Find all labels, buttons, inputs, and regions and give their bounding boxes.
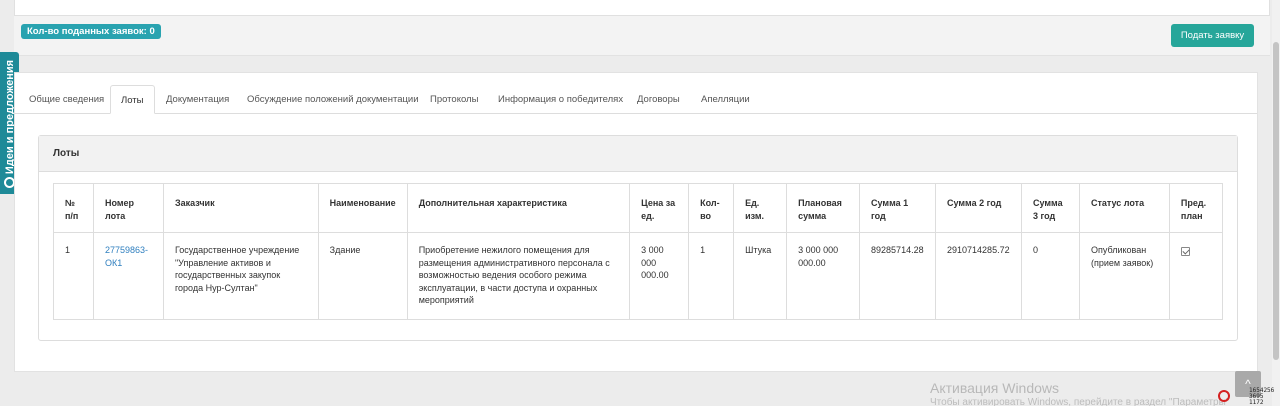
tab-winners-info[interactable]: Информация о победителях bbox=[488, 85, 633, 114]
cell-status: Опубликован (прием заявок) bbox=[1078, 232, 1170, 320]
tab-protocols[interactable]: Протоколы bbox=[420, 85, 488, 114]
table-row: 1 27759863-ОК1 Государственное учреждени… bbox=[53, 232, 1224, 320]
cell-lot-number: 27759863-ОК1 bbox=[92, 232, 164, 320]
windows-activation-title: Активация Windows bbox=[930, 380, 1060, 396]
column-header-num: № п/п bbox=[53, 183, 94, 233]
tab-documentation-discussion[interactable]: Обсуждение положений документации bbox=[237, 85, 429, 114]
cell-unit-price: 3 000 000 000.00 bbox=[629, 232, 690, 320]
top-panel bbox=[14, 0, 1270, 16]
lot-number-link[interactable]: 27759863-ОК1 bbox=[105, 245, 148, 268]
column-header-sum-year3: Сумма 3 год bbox=[1021, 183, 1080, 233]
scrollbar-thumb[interactable] bbox=[1273, 42, 1279, 360]
cell-name: Здание bbox=[317, 232, 408, 320]
table-header-row: № п/п Номер лота Заказчик Наименование Д… bbox=[53, 183, 1224, 233]
column-header-sum-year1: Сумма 1 год bbox=[859, 183, 937, 233]
page-scrollbar[interactable] bbox=[1272, 0, 1280, 406]
tray-counter-3: 1172 bbox=[1249, 399, 1264, 406]
cell-customer: Государственное учреждение "Управление а… bbox=[162, 232, 319, 320]
column-header-pre-plan: Пред. план bbox=[1168, 183, 1224, 233]
cell-num: 1 bbox=[53, 232, 94, 320]
column-header-planned-sum: Плановая сумма bbox=[786, 183, 861, 233]
tab-lots[interactable]: Лоты bbox=[110, 85, 155, 114]
column-header-status: Статус лота bbox=[1078, 183, 1170, 233]
tray-counters: 1654256 3695 1172 bbox=[1249, 388, 1274, 406]
lots-panel: Лоты № п/п Номер лота Заказчик Наименова… bbox=[38, 135, 1238, 341]
cell-sum-year2: 2910714285.72 bbox=[935, 232, 1022, 320]
applications-bar: Кол-во поданных заявок: 0 Подать заявку bbox=[14, 16, 1270, 56]
tab-documentation[interactable]: Документация bbox=[156, 85, 239, 114]
column-header-name: Наименование bbox=[317, 183, 408, 233]
column-header-sum-year2: Сумма 2 год bbox=[935, 183, 1022, 233]
record-icon[interactable] bbox=[1218, 390, 1230, 402]
cell-pre-plan bbox=[1168, 232, 1224, 320]
tab-contracts[interactable]: Договоры bbox=[627, 85, 690, 114]
tender-card: Общие сведения Лоты Документация Обсужде… bbox=[14, 72, 1258, 372]
cell-unit: Штука bbox=[733, 232, 788, 320]
cell-planned-sum: 3 000 000 000.00 bbox=[786, 232, 861, 320]
column-header-unit-price: Цена за ед. bbox=[629, 183, 690, 233]
tender-tabs: Общие сведения Лоты Документация Обсужде… bbox=[15, 85, 1257, 114]
cell-qty: 1 bbox=[688, 232, 735, 320]
applications-count-badge: Кол-во поданных заявок: 0 bbox=[21, 24, 161, 39]
tab-general-info[interactable]: Общие сведения bbox=[19, 85, 114, 114]
column-header-qty: Кол-во bbox=[688, 183, 735, 233]
column-header-lot-number: Номер лота bbox=[92, 183, 164, 233]
lots-panel-title: Лоты bbox=[39, 136, 1237, 172]
cell-sum-year1: 89285714.28 bbox=[859, 232, 937, 320]
lots-table: № п/п Номер лота Заказчик Наименование Д… bbox=[53, 183, 1224, 320]
cell-extra: Приобретение нежилого помещения для разм… bbox=[406, 232, 631, 320]
cell-sum-year3: 0 bbox=[1021, 232, 1080, 320]
pre-plan-checkbox-icon bbox=[1180, 247, 1190, 256]
tab-appeals[interactable]: Апелляции bbox=[691, 85, 760, 114]
column-header-unit: Ед. изм. bbox=[733, 183, 788, 233]
column-header-customer: Заказчик bbox=[162, 183, 319, 233]
windows-activation-subtitle: Чтобы активировать Windows, перейдите в … bbox=[930, 397, 1230, 406]
submit-application-button[interactable]: Подать заявку bbox=[1171, 24, 1254, 47]
column-header-extra: Дополнительная характеристика bbox=[406, 183, 631, 233]
